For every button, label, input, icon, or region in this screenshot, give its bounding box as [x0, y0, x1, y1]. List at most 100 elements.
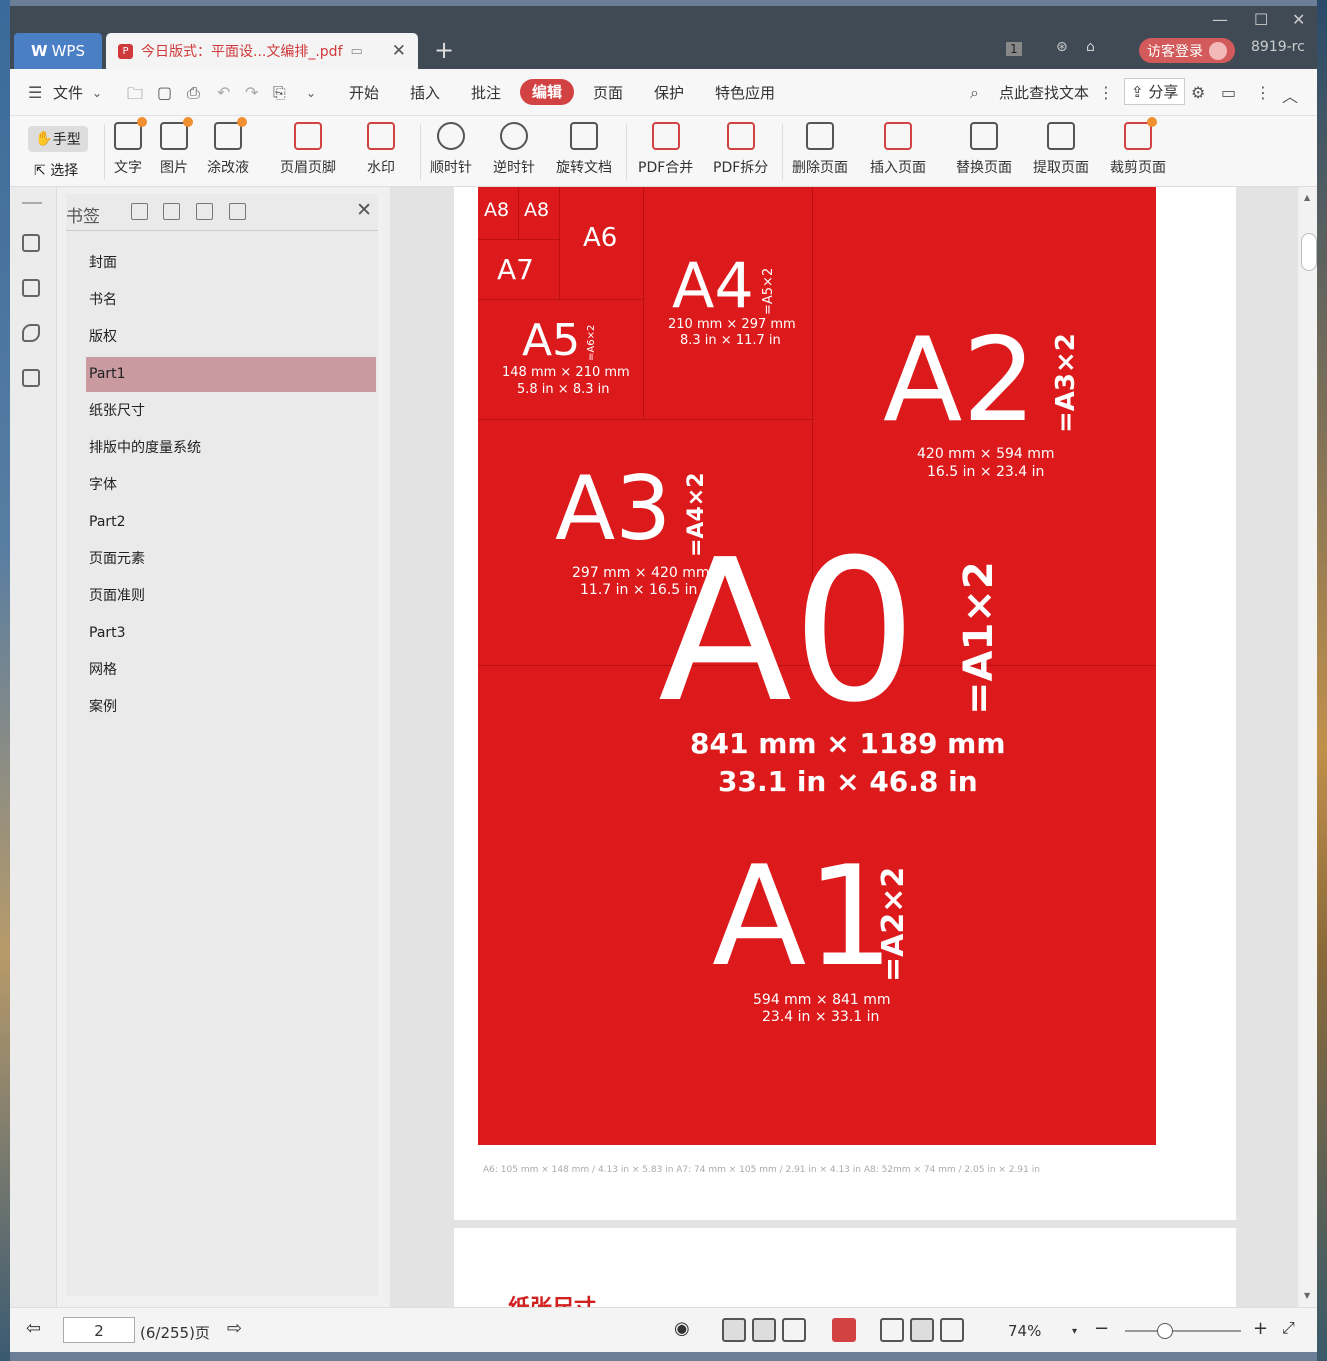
export-icon[interactable]: ⎘	[273, 83, 286, 103]
zoom-in-icon[interactable]: +	[1253, 1318, 1268, 1339]
scroll-down-icon[interactable]: ▼	[1304, 1291, 1310, 1300]
menu-protect[interactable]: 保护	[654, 82, 684, 103]
fullscreen-icon[interactable]: ⤢	[1282, 1318, 1295, 1338]
screen-icon[interactable]: ▭	[351, 44, 363, 59]
bookmark-panel-icon[interactable]	[22, 234, 40, 252]
document-tab[interactable]: P 今日版式：平面设...文编排_.pdf ▭ ✕	[106, 33, 418, 69]
maximize-button[interactable]: ☐	[1254, 10, 1268, 29]
annotation-icon[interactable]	[22, 324, 40, 342]
undo-icon[interactable]: ↶	[217, 83, 230, 102]
menu-start[interactable]: 开始	[349, 82, 379, 103]
zoom-dropdown-icon[interactable]: ▾	[1072, 1326, 1077, 1337]
document-view[interactable]: A8 A8 A6 A7 A4 =A5×2 210 mm × 297 mm 8.3…	[390, 187, 1298, 1307]
fit-page-icon[interactable]	[910, 1318, 934, 1342]
expand-all-icon[interactable]	[131, 203, 148, 220]
bookmark-item[interactable]: 纸张尺寸	[86, 394, 376, 429]
settings-icon[interactable]: ⚙	[1191, 83, 1205, 102]
bookmark-item[interactable]: 字体	[86, 468, 376, 503]
new-tab-button[interactable]: +	[434, 36, 454, 64]
bookmark-item[interactable]: 版权	[86, 320, 376, 355]
single-page-icon[interactable]	[752, 1318, 776, 1342]
vertical-scrollbar[interactable]: ▲ ▼	[1300, 187, 1317, 1307]
continuous-view-icon[interactable]	[722, 1318, 746, 1342]
menu-edit[interactable]: 编辑	[520, 79, 574, 105]
wps-home-tab[interactable]: W WPS	[14, 33, 102, 69]
rotate-clockwise-tool[interactable]: 顺时针	[430, 122, 472, 177]
play-icon[interactable]	[832, 1318, 856, 1342]
eye-protection-icon[interactable]: ◉	[674, 1318, 690, 1339]
add-bookmark-icon[interactable]	[196, 203, 213, 220]
drag-handle-icon[interactable]	[22, 202, 42, 204]
minimize-button[interactable]: —	[1212, 10, 1228, 29]
watermark-tool[interactable]: 水印	[367, 122, 395, 177]
menu-special[interactable]: 特色应用	[715, 82, 775, 103]
shirt-icon[interactable]: ⌂	[1086, 39, 1095, 55]
page-number-input[interactable]: 2	[63, 1317, 135, 1343]
actual-size-icon[interactable]	[880, 1318, 904, 1342]
zoom-level[interactable]: 74%	[1008, 1322, 1041, 1340]
more-vertical-icon[interactable]: ⋮	[1098, 83, 1114, 102]
crop-page-tool[interactable]: 裁剪页面	[1110, 117, 1166, 177]
collapse-all-icon[interactable]	[163, 203, 180, 220]
fit-width-icon[interactable]	[940, 1318, 964, 1342]
menu-insert[interactable]: 插入	[410, 82, 440, 103]
bookmark-item[interactable]: 封面	[86, 246, 376, 281]
bookmark-item[interactable]: 网格	[86, 653, 376, 688]
scroll-up-icon[interactable]: ▲	[1304, 193, 1310, 202]
extract-page-tool[interactable]: 提取页面	[1033, 122, 1089, 177]
image-tool[interactable]: 图片	[160, 117, 193, 177]
bookmark-item[interactable]: 页面元素	[86, 542, 376, 577]
search-text[interactable]: 点此查找文本	[999, 82, 1089, 103]
rotate-document-tool[interactable]: 旋转文档	[556, 122, 612, 177]
print-icon[interactable]: ⎙	[187, 83, 200, 103]
thumbnail-icon[interactable]	[22, 279, 40, 297]
zoom-out-icon[interactable]: −	[1094, 1318, 1109, 1339]
share-button[interactable]: ⇪ 分享	[1124, 78, 1186, 105]
delete-page-tool[interactable]: 删除页面	[792, 122, 848, 177]
redo-icon[interactable]: ↷	[245, 83, 258, 102]
bookmark-item[interactable]: 排版中的度量系统	[86, 431, 376, 466]
header-footer-tool[interactable]: 页眉页脚	[280, 122, 336, 177]
text-tool[interactable]: 文字	[114, 117, 147, 177]
previous-page-icon[interactable]: ⇦	[26, 1318, 41, 1339]
chevron-down-icon[interactable]: ⌄	[92, 86, 102, 100]
scrollbar-thumb[interactable]	[1301, 233, 1317, 271]
bookmark-item[interactable]: Part3	[86, 616, 376, 651]
close-tab-icon[interactable]: ✕	[392, 41, 406, 61]
open-folder-icon[interactable]: 🗀	[127, 83, 143, 110]
bookmark-item[interactable]: 案例	[86, 690, 376, 725]
rotate-counterclockwise-tool[interactable]: 逆时针	[493, 122, 535, 177]
bookmark-item[interactable]: 页面准则	[86, 579, 376, 614]
skin-icon[interactable]: ⊛	[1056, 39, 1068, 55]
visitor-login-button[interactable]: 访客登录	[1139, 38, 1235, 63]
hamburger-icon[interactable]: ☰	[28, 83, 42, 102]
insert-page-tool[interactable]: 插入页面	[870, 122, 926, 177]
pdf-split-tool[interactable]: PDF拆分	[713, 122, 768, 177]
bookmark-item-selected[interactable]: Part1	[86, 357, 376, 392]
search-icon[interactable]: ⌕	[970, 83, 979, 103]
bookmark-item[interactable]: 书名	[86, 283, 376, 318]
bookmark-icon[interactable]	[229, 203, 246, 220]
close-panel-icon[interactable]: ✕	[356, 199, 372, 221]
collapse-icon[interactable]: ︿	[1282, 83, 1298, 107]
hand-tool[interactable]: ✋ 手型	[28, 126, 88, 152]
replace-page-tool[interactable]: 替换页面	[956, 122, 1012, 177]
pdf-merge-tool[interactable]: PDF合并	[638, 122, 693, 177]
correction-tool[interactable]: 涂改液	[207, 117, 249, 177]
zoom-slider[interactable]	[1125, 1330, 1241, 1332]
file-menu[interactable]: 文件	[53, 82, 83, 103]
close-window-button[interactable]: ✕	[1292, 10, 1305, 29]
signature-icon[interactable]	[22, 369, 40, 387]
menu-page[interactable]: 页面	[593, 82, 623, 103]
next-page-icon[interactable]: ⇨	[227, 1318, 242, 1339]
two-page-icon[interactable]	[782, 1318, 806, 1342]
select-tool[interactable]: ⇱ 选择	[34, 160, 78, 180]
more-chevron-icon[interactable]: ⌄	[306, 86, 316, 100]
more-options-icon[interactable]: ⋮	[1255, 83, 1271, 102]
save-icon[interactable]: ▢	[157, 83, 172, 102]
zoom-slider-thumb[interactable]	[1157, 1323, 1173, 1339]
page-count-badge[interactable]: 1	[1006, 42, 1022, 56]
menu-comment[interactable]: 批注	[471, 82, 501, 103]
comment-icon[interactable]: ▭	[1221, 83, 1236, 102]
bookmark-item[interactable]: Part2	[86, 505, 376, 540]
